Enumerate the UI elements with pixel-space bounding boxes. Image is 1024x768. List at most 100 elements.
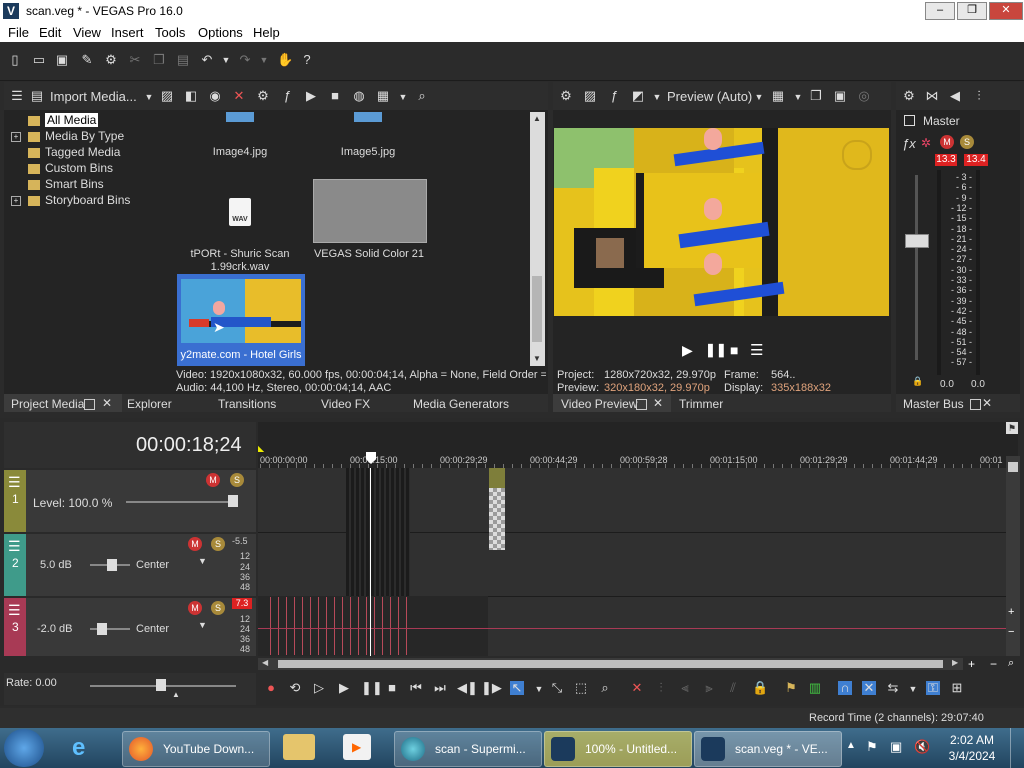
taskbar-item-vegas-scan[interactable]: scan.veg * - VE...	[694, 731, 842, 767]
quality-dropdown-icon[interactable]: ▼	[752, 90, 766, 104]
zoom-out-icon[interactable]: −	[990, 657, 997, 671]
next-frame-icon[interactable]: ❚▶	[481, 681, 502, 695]
master-fader-handle[interactable]	[905, 234, 929, 248]
delete-icon[interactable]: ✕	[630, 681, 644, 695]
menu-insert[interactable]: Insert	[111, 25, 144, 40]
menu-options[interactable]: Options	[198, 25, 243, 40]
show-desktop-button[interactable]	[1010, 728, 1024, 768]
track-solo-icon[interactable]: S	[211, 537, 225, 551]
import-dropdown-icon[interactable]: ▼	[142, 90, 156, 104]
pan-dropdown-icon[interactable]: ▼	[198, 620, 207, 630]
track-menu-icon[interactable]: ☰	[8, 538, 21, 555]
media-thumbnail-image4[interactable]	[226, 112, 254, 122]
scroll-right-icon[interactable]: ▶	[952, 658, 958, 667]
clip-event-stack[interactable]	[346, 468, 410, 596]
dim-output-icon[interactable]: ◀	[948, 89, 962, 103]
trim-start-icon[interactable]: ⫷	[678, 681, 692, 695]
tab-video-preview[interactable]: Video Preview	[561, 397, 638, 411]
media-fx-icon[interactable]: ƒ	[280, 89, 294, 103]
clock-date[interactable]: 3/4/2024	[948, 749, 996, 763]
preview-menu-icon[interactable]: ☰	[750, 341, 763, 359]
master-fader-track[interactable]	[915, 175, 918, 360]
media-player-icon[interactable]: ▶	[343, 734, 371, 760]
preview-properties-gear-icon[interactable]: ⚙	[559, 89, 573, 103]
timecode-display[interactable]: 00:00:18;24	[136, 434, 242, 457]
maximize-panel-icon[interactable]	[84, 399, 95, 410]
tree-item-storyboard-bins[interactable]: Storyboard Bins	[28, 192, 130, 208]
internet-explorer-icon[interactable]: e	[72, 734, 104, 762]
zoom-tool-icon[interactable]: ⌕	[1008, 657, 1014, 670]
lock-envelopes-icon[interactable]: ⚿	[926, 681, 940, 695]
save-snapshot-icon[interactable]: ▣	[833, 89, 847, 103]
pause-icon[interactable]: ❚❚	[361, 681, 383, 695]
taskbar-item-firefox[interactable]: YouTube Down...	[122, 731, 270, 767]
preview-stop-icon[interactable]: ■	[730, 342, 738, 358]
video-event-clip[interactable]	[489, 468, 505, 550]
get-media-web-icon[interactable]: ◧	[184, 89, 198, 103]
auto-preview-toggle-icon[interactable]: ◍	[352, 89, 366, 103]
play-from-start-icon[interactable]: ▷	[312, 681, 326, 695]
track-mute-icon[interactable]: M	[206, 473, 220, 487]
tab-trimmer[interactable]: Trimmer	[679, 397, 723, 411]
wav-file-icon[interactable]: WAV	[229, 198, 251, 226]
copy-icon[interactable]: ❐	[152, 53, 166, 67]
level-slider-handle[interactable]	[228, 495, 238, 507]
mixer-faders-icon[interactable]: ⫶	[972, 89, 986, 103]
action-center-flag-icon[interactable]: ⚑	[866, 739, 878, 755]
volume-slider-track[interactable]	[90, 628, 130, 630]
menu-tools[interactable]: Tools	[155, 25, 185, 40]
track-mute-icon[interactable]: M	[188, 601, 202, 615]
close-panel-icon[interactable]: ✕	[653, 396, 663, 410]
envelope-tool-icon[interactable]: ⤡	[550, 681, 564, 695]
taskbar-item-supermium[interactable]: scan - Supermi...	[394, 731, 542, 767]
ignore-grouping-icon[interactable]: ⊞	[950, 681, 964, 695]
pan-dropdown-icon[interactable]: ▼	[198, 556, 207, 566]
downmix-icon[interactable]: ⋈	[925, 89, 939, 103]
copy-snapshot-icon[interactable]: ❐	[809, 89, 823, 103]
media-thumbnail-image5[interactable]	[354, 112, 382, 122]
media-scrollbar[interactable]: ▲ ▼	[530, 112, 545, 366]
master-solo-icon[interactable]: S	[960, 135, 974, 149]
interactive-tutorial-icon[interactable]: ✋	[277, 53, 293, 67]
preview-extra-icon[interactable]: ◎	[857, 89, 871, 103]
extract-audio-icon[interactable]: ◉	[208, 89, 222, 103]
timeline-horizontal-scrollbar[interactable]: ◀ ▶	[258, 658, 963, 670]
new-project-icon[interactable]: ▯	[8, 53, 22, 67]
tree-item-custom-bins[interactable]: Custom Bins	[28, 160, 113, 176]
master-fx-icon[interactable]: ƒx	[902, 136, 916, 151]
master-checkbox[interactable]	[904, 115, 915, 126]
split-icon[interactable]: ⫽	[726, 681, 740, 695]
split-dropdown-icon[interactable]: ▼	[650, 90, 664, 104]
track-solo-icon[interactable]: S	[211, 601, 225, 615]
go-to-start-icon[interactable]: ⏮	[409, 681, 423, 695]
save-icon[interactable]: ▣	[55, 53, 69, 67]
undo-dropdown-icon[interactable]: ▼	[219, 53, 233, 67]
close-panel-icon[interactable]: ✕	[102, 396, 112, 410]
paste-icon[interactable]: ▤	[176, 53, 190, 67]
lock-event-icon[interactable]: 🔒	[752, 681, 768, 695]
overlays-grid-icon[interactable]: ▦	[771, 89, 785, 103]
volume-slider-handle[interactable]	[107, 559, 117, 571]
overlays-dropdown-icon[interactable]: ▼	[791, 90, 805, 104]
zoom-edit-tool-icon[interactable]: ⌕	[598, 681, 612, 695]
scroll-down-icon[interactable]: ▼	[533, 354, 541, 363]
tree-item-media-by-type[interactable]: Media By Type	[28, 128, 124, 144]
track-header-3[interactable]: ☰ 3 M S -2.0 dB Center ▼ 7.3 12 24 36 48	[4, 598, 256, 656]
taskbar-item-vegas-untitled[interactable]: 100% - Untitled...	[544, 731, 692, 767]
media-properties-icon[interactable]: ⚙	[256, 89, 270, 103]
tab-media-generators[interactable]: Media Generators	[413, 397, 509, 411]
play-icon[interactable]: ▶	[337, 681, 351, 695]
auto-preview-play-icon[interactable]: ▶	[304, 89, 318, 103]
whats-this-help-icon[interactable]: ?	[300, 53, 314, 67]
redo-dropdown-icon[interactable]: ▼	[257, 53, 271, 67]
track-header-1[interactable]: ☰ 1 M S Level: 100.0 %	[4, 470, 256, 532]
track-header-2[interactable]: ☰ 2 M S 5.0 dB Center ▼ -5.5 12 24 36 48	[4, 534, 256, 596]
trim-icon[interactable]: ⫶	[654, 681, 668, 695]
preview-quality-select[interactable]: Preview (Auto)	[667, 89, 752, 104]
scroll-left-icon[interactable]: ◀	[262, 658, 268, 667]
vegas-app-icon[interactable]: V	[3, 3, 19, 19]
maximize-panel-icon[interactable]	[636, 399, 647, 410]
ripple-dropdown-icon[interactable]: ▼	[906, 682, 920, 696]
level-slider-track[interactable]	[126, 501, 236, 503]
open-folder-icon[interactable]: ▭	[32, 53, 46, 67]
